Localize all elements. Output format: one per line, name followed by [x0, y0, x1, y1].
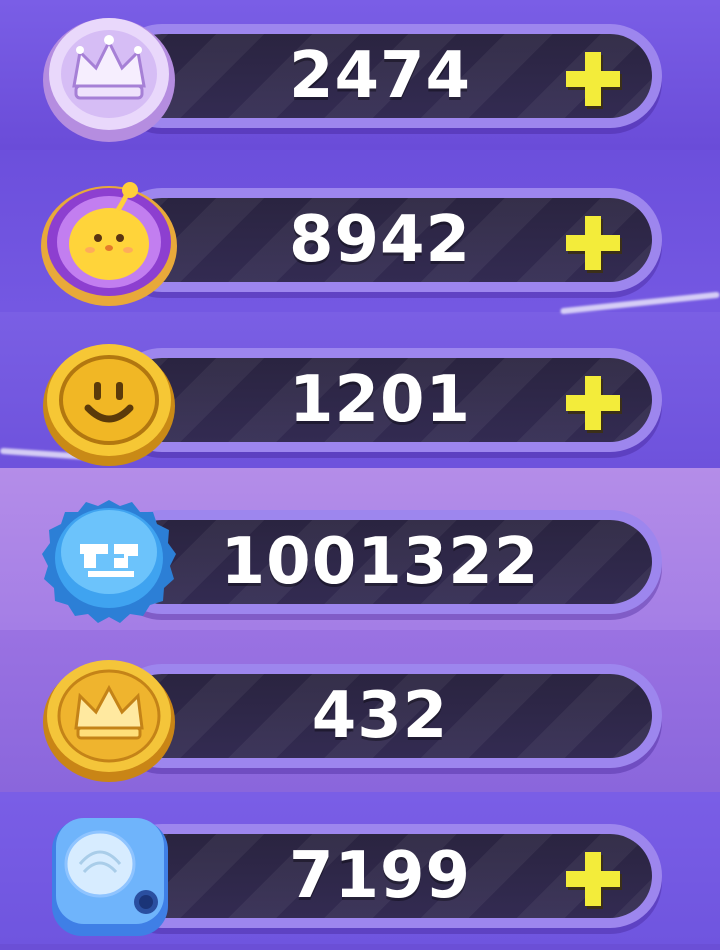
currency-amount: 8942 [288, 203, 472, 277]
currency-row-chick-token: 8942 [0, 164, 720, 314]
currency-row-gold-crown-coin: 432 [0, 640, 720, 790]
add-currency-button[interactable] [560, 210, 626, 276]
smiley-gold-coin-icon [43, 344, 175, 466]
add-currency-button[interactable] [560, 846, 626, 912]
currency-amount: 7199 [288, 839, 472, 913]
currency-row-gem-die: 7199 [0, 800, 720, 950]
purple-crown-coin-icon [43, 18, 175, 142]
add-currency-button[interactable] [560, 370, 626, 436]
currency-amount: 432 [311, 679, 449, 753]
currency-row-crown-token: 2474 [0, 0, 720, 150]
currency-amount: 2474 [288, 39, 472, 113]
gold-crown-coin-icon [43, 660, 175, 782]
currency-amount: 1201 [288, 363, 472, 437]
currency-row-bottle-cap: 1001322 [0, 486, 720, 636]
currency-row-smiley-coin: 1201 [0, 324, 720, 474]
yellow-chick-coin-icon [41, 182, 177, 306]
add-currency-button[interactable] [560, 46, 626, 112]
currency-amount: 1001322 [220, 525, 540, 599]
blue-gem-die-icon [52, 818, 168, 936]
blue-bottle-cap-icon [42, 500, 176, 623]
